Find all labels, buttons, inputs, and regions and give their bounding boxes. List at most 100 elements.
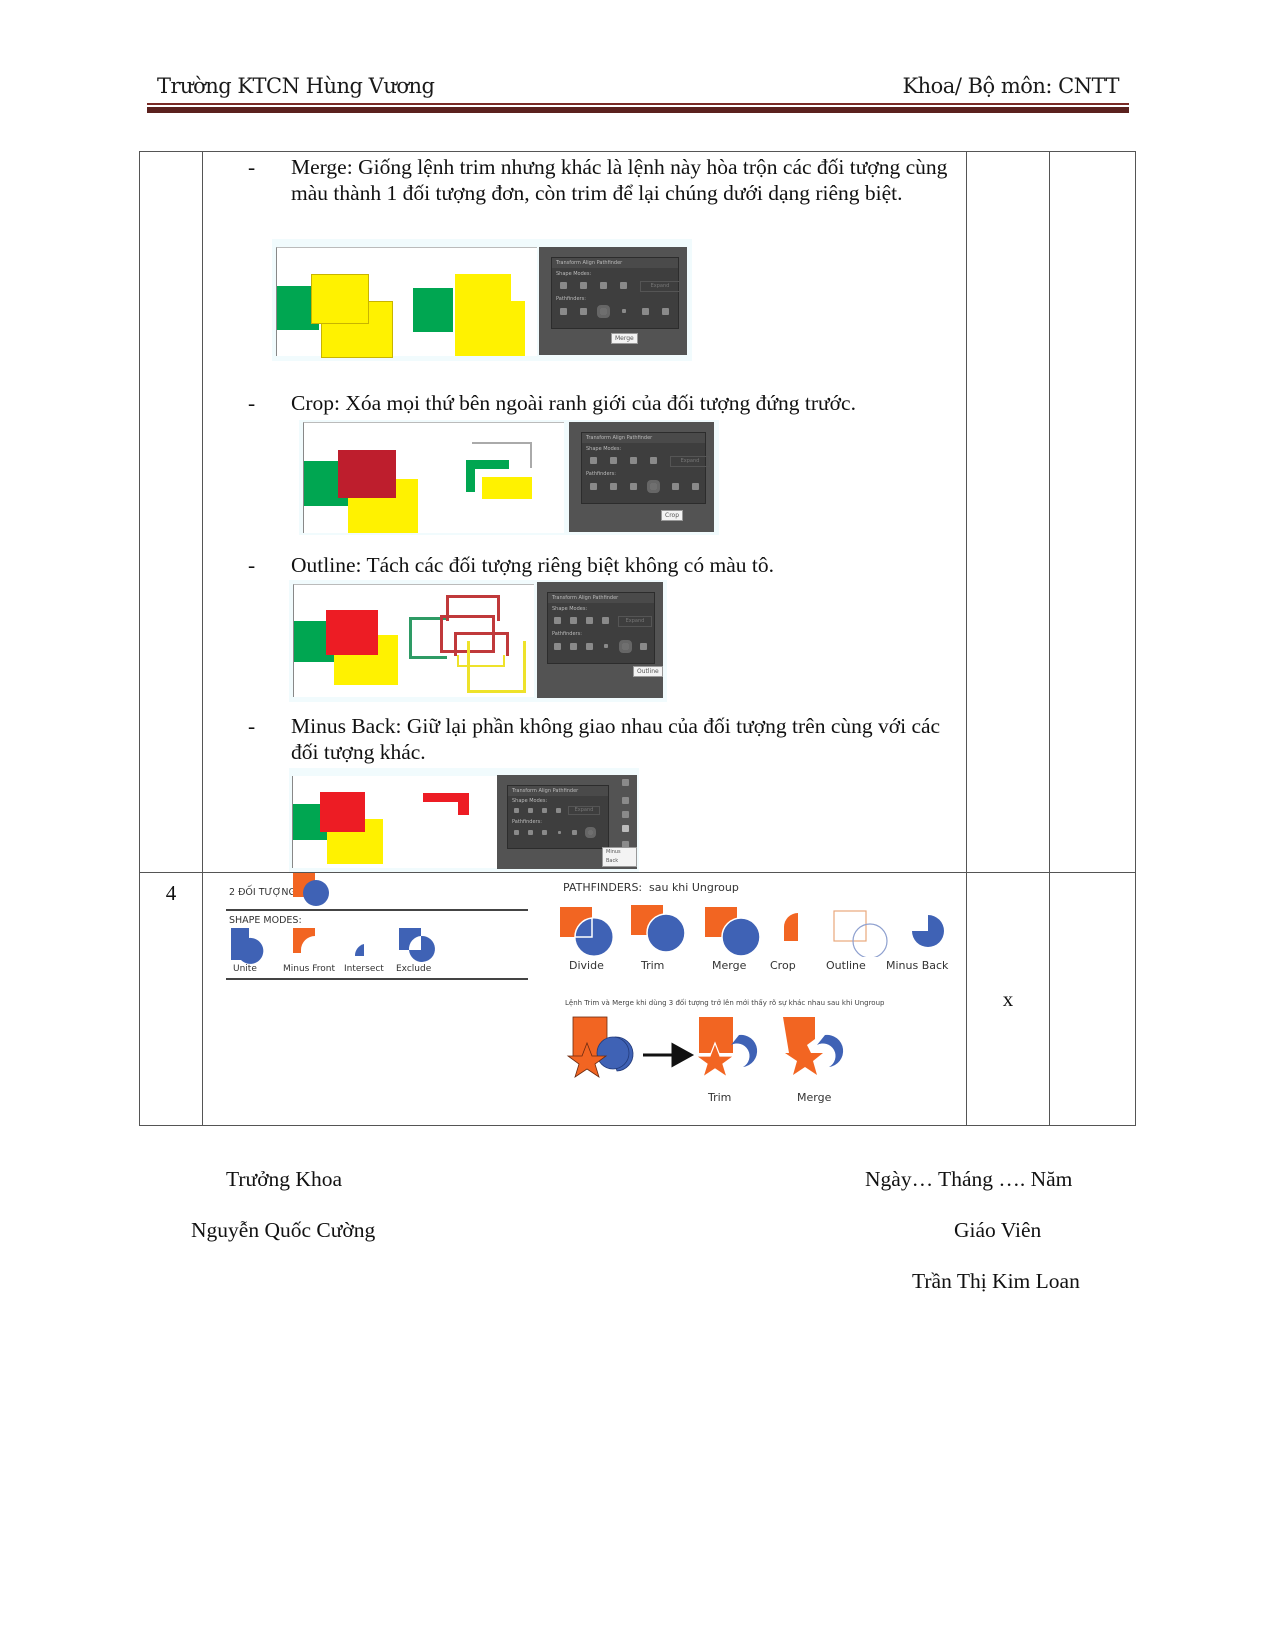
- merge-icon[interactable]: [597, 305, 610, 318]
- panel-tabs[interactable]: Transform Align Pathfinder: [552, 258, 678, 268]
- merge-icon[interactable]: [586, 643, 593, 650]
- minus-back-icon[interactable]: [692, 483, 699, 490]
- divider-line: [226, 909, 528, 911]
- outline-icon[interactable]: [619, 640, 632, 653]
- header-rule-thick: [147, 107, 1129, 113]
- trim-icon[interactable]: [610, 483, 617, 490]
- minus-back-icon[interactable]: [662, 308, 669, 315]
- footer-dean-title: Trưởng Khoa: [226, 1167, 343, 1191]
- pathfinders-title: PATHFINDERS:: [563, 881, 643, 894]
- footer-dean-name: Nguyễn Quốc Cường: [191, 1218, 376, 1242]
- list-item-merge: - Merge: Giống lệnh trim nhưng khác là l…: [248, 154, 948, 232]
- merge-icon[interactable]: [542, 830, 547, 835]
- mark-cell: [966, 151, 1050, 873]
- completion-mark: x: [966, 872, 1050, 1126]
- pathfinder-panel: Transform Align Pathfinder Shape Modes: …: [537, 582, 663, 698]
- intersect-icon[interactable]: [630, 457, 637, 464]
- exclude-icon[interactable]: [620, 282, 627, 289]
- outline-icon[interactable]: [672, 483, 679, 490]
- footer-teacher-name: Trần Thị Kim Loan: [912, 1269, 1080, 1293]
- intersect-icon[interactable]: [600, 282, 607, 289]
- exclude-square: [399, 928, 421, 950]
- divide-icon[interactable]: [554, 643, 561, 650]
- bullet-dash: -: [248, 714, 256, 738]
- intersect-shape: [354, 944, 364, 956]
- tooltip: Merge: [611, 333, 638, 344]
- pathfinder-panel: Transform Align Pathfinder Shape Modes: …: [569, 422, 714, 532]
- tooltip: Crop: [661, 510, 684, 521]
- header-school: Trường KTCN Hùng Vương: [157, 74, 435, 98]
- minus-back-icon[interactable]: [640, 643, 647, 650]
- outline-icon[interactable]: [572, 830, 577, 835]
- crop-icon[interactable]: [558, 831, 561, 834]
- pathfinder-tool-icon[interactable]: [622, 825, 629, 832]
- panel-tabs[interactable]: Transform Align Pathfinder: [508, 786, 608, 796]
- merge-blue: [817, 1034, 844, 1067]
- panel-tabs[interactable]: Transform Align Pathfinder: [548, 593, 654, 603]
- merge-icon[interactable]: [630, 483, 637, 490]
- minus-back-screenshot: Transform Align Pathfinder Shape Modes: …: [289, 768, 639, 872]
- unite-icon[interactable]: [554, 617, 561, 624]
- expand-button[interactable]: Expand: [568, 806, 600, 815]
- unite-icon[interactable]: [560, 282, 567, 289]
- exclude-icon[interactable]: [556, 808, 561, 813]
- exclude-icon[interactable]: [602, 617, 609, 624]
- footer-teacher-title: Giáo Viên: [954, 1218, 1042, 1242]
- minus-front-icon[interactable]: [528, 808, 533, 813]
- crop-screenshot: Transform Align Pathfinder Shape Modes: …: [299, 420, 719, 535]
- minus-front-icon[interactable]: [610, 457, 617, 464]
- expand-button[interactable]: Expand: [618, 616, 652, 627]
- row-number-cell: [139, 151, 203, 873]
- pathfinders-label: Pathfinders:: [512, 819, 542, 825]
- unite-icon[interactable]: [514, 808, 519, 813]
- panel-tabs[interactable]: Transform Align Pathfinder: [582, 433, 705, 443]
- shape-modes-label: Shape Modes:: [552, 606, 588, 612]
- align-icon[interactable]: [622, 811, 629, 818]
- intersect-icon[interactable]: [586, 617, 593, 624]
- content-cell: 2 ĐỐI TƯỢNG SHAPE MODES: Unite Minus Fro…: [202, 872, 967, 1126]
- trim-icon[interactable]: [570, 643, 577, 650]
- pathfinders-label: Pathfinders:: [586, 471, 616, 477]
- mode-label-minus-front: Minus Front: [283, 964, 335, 974]
- mode-label-unite: Unite: [233, 964, 257, 974]
- pf-label-outline: Outline: [826, 959, 866, 972]
- table-row: 4 2 ĐỐI TƯỢNG SHAPE MODES: Unite Minus F…: [139, 872, 1136, 1126]
- outline-icon[interactable]: [642, 308, 649, 315]
- pf-label-merge: Merge: [712, 959, 747, 972]
- pathfinders-label: Pathfinders:: [556, 296, 586, 302]
- arrow-icon: [643, 1042, 695, 1068]
- expand-button[interactable]: Expand: [640, 281, 680, 292]
- exclude-icon[interactable]: [650, 457, 657, 464]
- header-department: Khoa/ Bộ môn: CNTT: [902, 74, 1119, 98]
- trim-blue: [731, 1034, 758, 1067]
- artboard-icon[interactable]: [622, 797, 629, 804]
- minus-front-icon[interactable]: [580, 282, 587, 289]
- unite-icon[interactable]: [590, 457, 597, 464]
- item-text: Merge: Giống lệnh trim nhưng khác là lện…: [291, 155, 948, 205]
- crop-canvas: [303, 422, 564, 533]
- crop-icon[interactable]: [622, 309, 626, 313]
- divide-icon[interactable]: [560, 308, 567, 315]
- footer-date: Ngày… Tháng …. Năm: [865, 1167, 1073, 1191]
- divide-icon[interactable]: [590, 483, 597, 490]
- red-rect: [326, 610, 378, 655]
- pathfinders-label: Pathfinders:: [552, 631, 582, 637]
- crop-icon[interactable]: [604, 644, 608, 648]
- trim-icon[interactable]: [528, 830, 533, 835]
- mode-label-exclude: Exclude: [396, 964, 432, 974]
- tool-icon[interactable]: [622, 779, 629, 786]
- result-label-trim: Trim: [708, 1091, 732, 1104]
- yellow-merged: [455, 274, 511, 356]
- two-objects-figure: [293, 873, 329, 906]
- minus-front-icon[interactable]: [570, 617, 577, 624]
- yellow-crop: [482, 477, 532, 499]
- exclude-circle: [409, 935, 435, 962]
- minus-front-shape: [293, 928, 315, 953]
- minus-back-icon[interactable]: [585, 827, 596, 838]
- three-objects-figures: [566, 1016, 844, 1079]
- trim-icon[interactable]: [580, 308, 587, 315]
- crop-icon[interactable]: [647, 480, 660, 493]
- divide-icon[interactable]: [514, 830, 519, 835]
- expand-button[interactable]: Expand: [670, 456, 710, 467]
- intersect-icon[interactable]: [542, 808, 547, 813]
